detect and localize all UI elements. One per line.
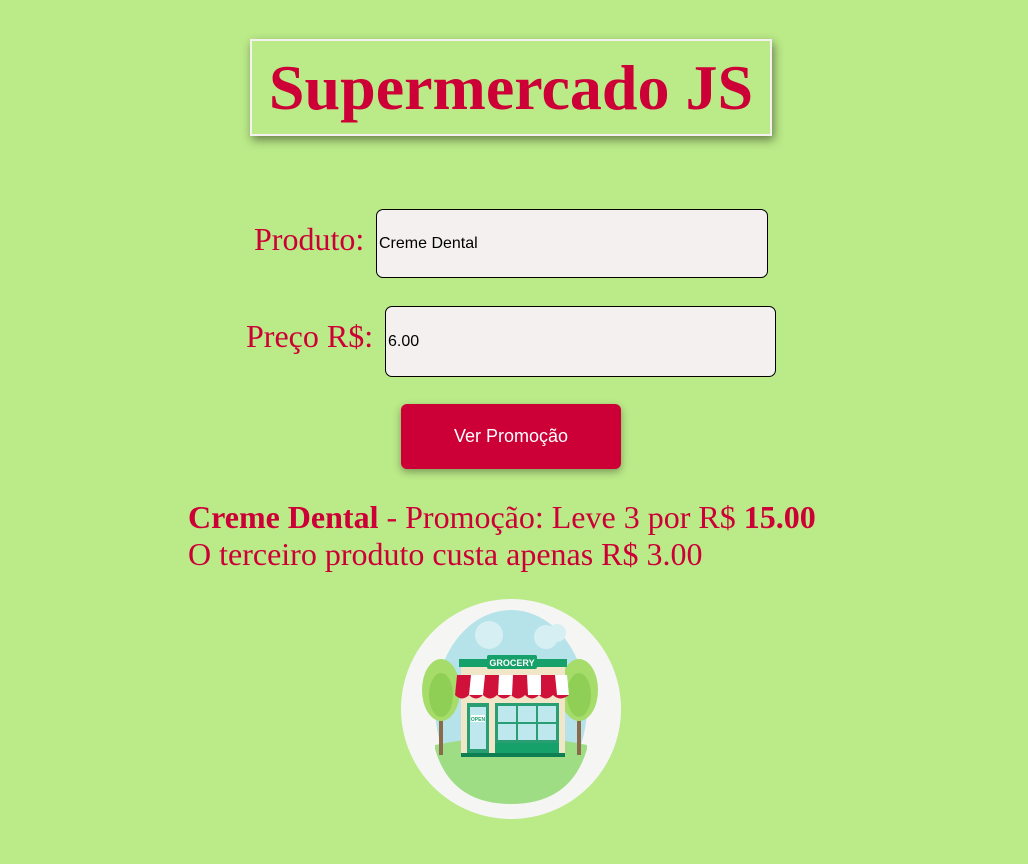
- result-product-name: Creme Dental: [188, 499, 379, 535]
- price-label: Preço R$:: [246, 318, 374, 354]
- grocery-store-image: GROCERY OPEN: [401, 599, 621, 819]
- title-box: Supermercado JS: [250, 39, 772, 136]
- grocery-sign-text: GROCERY: [489, 658, 534, 668]
- product-label: Produto:: [254, 221, 365, 257]
- promotion-line: Creme Dental - Promoção: Leve 3 por R$ 1…: [188, 499, 816, 536]
- page-title: Supermercado JS: [268, 51, 754, 123]
- awning: [455, 675, 569, 699]
- open-sign-text: OPEN: [471, 717, 486, 723]
- promotion-result: Creme Dental - Promoção: Leve 3 por R$ 1…: [188, 499, 816, 573]
- result-promo-total: 15.00: [743, 499, 816, 535]
- see-promotion-button[interactable]: Ver Promoção: [401, 404, 621, 469]
- price-input[interactable]: [385, 306, 776, 377]
- product-input[interactable]: [376, 209, 768, 278]
- third-product-line: O terceiro produto custa apenas R$ 3.00: [188, 536, 703, 572]
- result-promo-text: - Promoção: Leve 3 por R$: [378, 499, 744, 535]
